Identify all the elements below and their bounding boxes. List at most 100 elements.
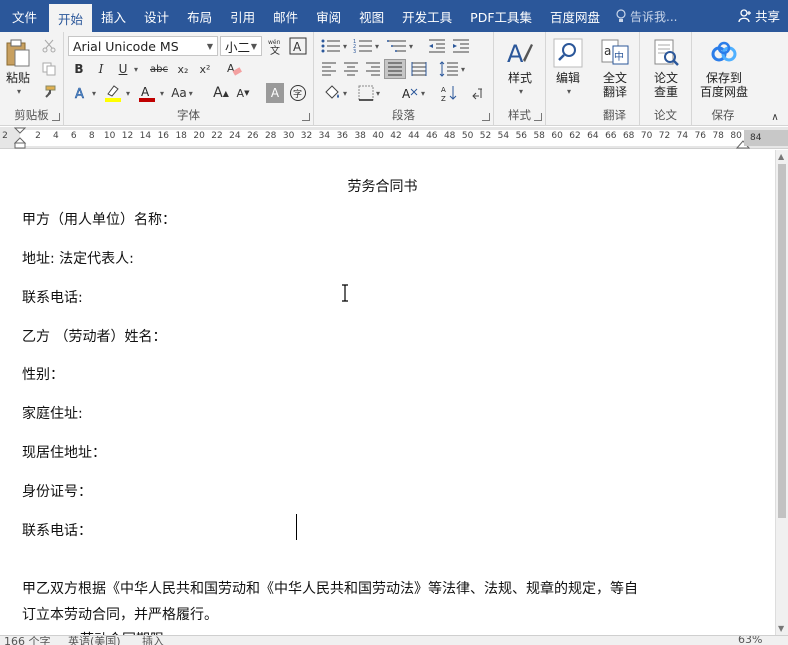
cut-button[interactable]: [40, 37, 58, 55]
tab-developer[interactable]: 开发工具: [393, 0, 461, 32]
scroll-up-icon[interactable]: ▲: [778, 152, 784, 161]
tab-mailings[interactable]: 邮件: [264, 0, 307, 32]
svg-text:A: A: [141, 85, 150, 99]
ruler-tick-label: 54: [497, 131, 510, 141]
word-count[interactable]: 166 个字: [4, 636, 51, 645]
pilcrow-icon: [472, 88, 482, 100]
paper-check-icon: [654, 39, 679, 66]
svg-text:中: 中: [614, 50, 624, 63]
share-button[interactable]: 共享: [738, 6, 780, 25]
paper-check-button[interactable]: 论文 查重: [646, 38, 686, 99]
tab-insert[interactable]: 插入: [92, 0, 135, 32]
insert-mode[interactable]: 插入: [142, 636, 164, 645]
document-page[interactable]: 劳务合同书 甲方（用人单位）名称： 地址: 法定代表人: 联系电话: 乙方 （劳…: [0, 150, 775, 645]
scroll-thumb[interactable]: [778, 164, 786, 518]
full-translate-button[interactable]: a中 全文 翻译: [595, 38, 635, 99]
zoom-level[interactable]: 63%: [738, 636, 762, 645]
grow-font-button[interactable]: A ▲: [212, 83, 230, 103]
underline-dropdown-icon[interactable]: ▾: [134, 65, 138, 74]
tab-references[interactable]: 引用: [221, 0, 264, 32]
char-border-button[interactable]: A: [288, 36, 308, 56]
tab-pdf-tools[interactable]: PDF工具集: [461, 0, 541, 32]
show-marks-button[interactable]: [466, 83, 488, 103]
case-button[interactable]: Aa ▾: [170, 83, 194, 103]
bullets-button[interactable]: ▾: [320, 36, 348, 56]
scroll-down-icon[interactable]: ▼: [778, 624, 784, 633]
ruler-tick-label: 76: [694, 131, 707, 141]
strikethrough-button[interactable]: abc: [146, 59, 172, 79]
shrink-font-button[interactable]: A ▼: [234, 83, 252, 103]
decrease-indent-button[interactable]: [426, 36, 448, 56]
tab-baidu-netdisk[interactable]: 百度网盘: [541, 0, 609, 32]
phonetic-guide-button[interactable]: wén 文: [266, 36, 286, 56]
styles-button[interactable]: A 样式 ▾: [502, 38, 538, 99]
svg-text:A: A: [441, 86, 446, 94]
save-to-baidu-button[interactable]: 保存到 百度网盘: [696, 38, 752, 99]
ruler-tick-label: 38: [354, 131, 366, 141]
styles-launcher[interactable]: [534, 113, 542, 121]
clear-format-button[interactable]: A: [224, 59, 244, 79]
superscript-button[interactable]: x²: [196, 59, 214, 79]
tab-file[interactable]: 文件: [0, 0, 49, 32]
justify-button[interactable]: [384, 59, 406, 79]
font-name-select[interactable]: Arial Unicode MS ▼: [68, 36, 218, 56]
doc-line-party-a: 甲方（用人单位）名称：: [22, 212, 176, 228]
font-color-button[interactable]: A: [136, 83, 158, 103]
borders-icon: [358, 85, 374, 101]
clipboard-launcher[interactable]: [52, 113, 60, 121]
copy-button[interactable]: [40, 60, 58, 78]
multilevel-list-icon: [386, 40, 406, 52]
language-indicator[interactable]: 英语(美国): [68, 636, 121, 645]
format-painter-button[interactable]: [40, 83, 58, 101]
paste-button[interactable]: 粘贴 ▾: [4, 38, 32, 99]
text-effects-button[interactable]: A: [70, 83, 92, 103]
editing-button[interactable]: 编辑 ▾: [550, 38, 586, 99]
subscript-button[interactable]: x₂: [174, 59, 192, 79]
align-right-button[interactable]: [362, 59, 384, 79]
chevron-down-icon[interactable]: ▾: [92, 89, 96, 98]
font-size-select[interactable]: 小二 ▼: [220, 36, 262, 56]
tab-review[interactable]: 审阅: [307, 0, 350, 32]
doc-line-id-number: 身份证号：: [22, 484, 92, 500]
align-center-button[interactable]: [340, 59, 362, 79]
translate-icon: a中: [601, 39, 629, 65]
vertical-scrollbar[interactable]: ▲ ▼: [775, 150, 788, 635]
char-shading-button[interactable]: A: [266, 83, 284, 103]
tell-me-text: 告诉我...: [630, 9, 678, 24]
collapse-ribbon-icon[interactable]: ∧: [768, 110, 782, 124]
chinese-layout-icon: A: [402, 87, 418, 101]
font-launcher[interactable]: [302, 113, 310, 121]
translate-group-label: 翻译: [603, 108, 626, 122]
highlight-button[interactable]: [102, 83, 124, 103]
tab-view[interactable]: 视图: [350, 0, 393, 32]
horizontal-ruler[interactable]: 2 2 4 6 8 10 12 14 16 18 20 22 24 26 28 30 32 34 36 38 40 42…: [0, 127, 788, 149]
ruler-tick-label: 20: [193, 131, 205, 141]
save-to-baidu-line1: 保存到: [705, 71, 742, 85]
numbering-button[interactable]: 1 2 3 ▾: [352, 36, 380, 56]
chevron-down-icon[interactable]: ▾: [126, 89, 130, 98]
bold-button[interactable]: B: [70, 59, 88, 79]
tab-layout[interactable]: 布局: [178, 0, 221, 32]
sort-button[interactable]: AZ: [438, 83, 460, 103]
shading-button[interactable]: ▾: [320, 83, 350, 103]
underline-button[interactable]: U: [114, 59, 132, 79]
distributed-button[interactable]: [408, 59, 430, 79]
increase-indent-button[interactable]: [450, 36, 472, 56]
ruler-tick-label: 66: [605, 131, 617, 141]
grow-font-label: A: [213, 85, 223, 101]
paragraph-launcher[interactable]: [482, 113, 490, 121]
italic-button[interactable]: I: [92, 59, 110, 79]
chevron-down-icon[interactable]: ▾: [160, 89, 164, 98]
case-label: Aa: [171, 86, 187, 100]
tell-me-box[interactable]: 告诉我...: [609, 0, 677, 32]
chinese-layout-button[interactable]: A ▾: [398, 83, 428, 103]
align-left-button[interactable]: [318, 59, 340, 79]
bullet-list-icon: [321, 39, 340, 53]
borders-button[interactable]: ▾: [354, 83, 384, 103]
tab-design[interactable]: 设计: [135, 0, 178, 32]
enclose-chars-button[interactable]: 字: [288, 83, 308, 103]
line-spacing-button[interactable]: ▾: [436, 59, 468, 79]
multilevel-list-button[interactable]: ▾: [386, 36, 414, 56]
tab-home[interactable]: 开始: [49, 4, 93, 32]
indent-marker-icon[interactable]: [14, 127, 28, 149]
